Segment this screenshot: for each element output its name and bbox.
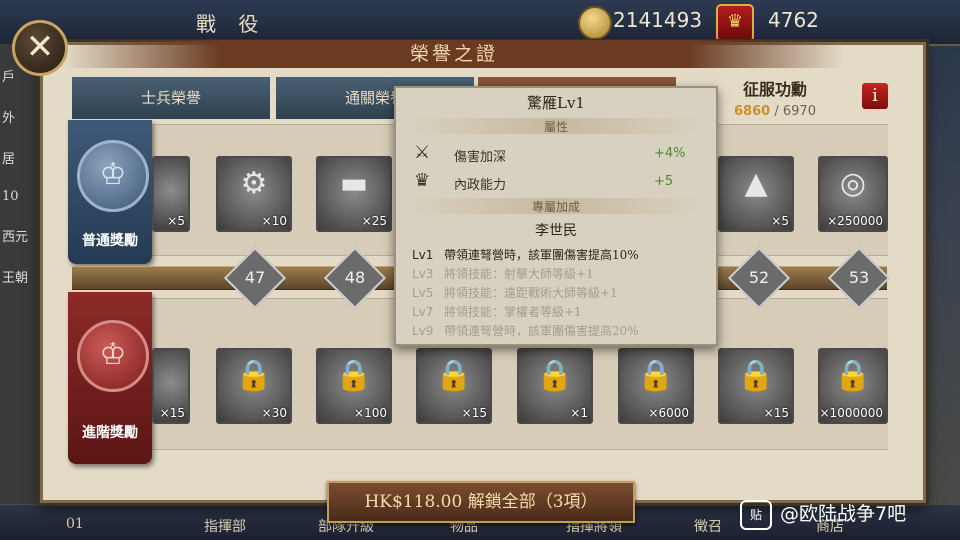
locked-reward-item[interactable]: 🔒 ×15 (416, 348, 492, 424)
vehicle-puzzle-icon: ⚙ (240, 166, 268, 201)
tooltip-attribute: ⚔ 傷害加深 +4% (414, 142, 704, 166)
coins-icon: ◎ (839, 166, 867, 201)
item-count: ×25 (361, 214, 387, 228)
gold-bar-icon: ▬ (339, 166, 369, 201)
item-count: ×15 (159, 406, 185, 420)
honor-crown-icon: ♛ (716, 4, 754, 42)
reward-item-vehicle-puzzle[interactable]: ⚙ ×10 (216, 156, 292, 232)
item-count: ×15 (763, 406, 789, 420)
bottom-page-number: 01 (66, 516, 84, 532)
tieba-logo-icon: 贴 (740, 499, 772, 530)
left-strip-text: 10 (2, 189, 19, 204)
tooltip-level-line: Lv5 將領技能：遠距戰術大師等級+1 (412, 286, 618, 300)
honor-amount: 4762 (768, 8, 819, 32)
advanced-reward-label: 進階獎勵 (82, 425, 138, 441)
left-strip-text: 居 (2, 152, 16, 167)
conquest-total: 6970 (782, 104, 816, 119)
left-strip-text: 王朝 (2, 271, 29, 286)
item-count: ×5 (771, 214, 789, 228)
tooltip-level-line: Lv9 帶領連弩營時，該軍團傷害提高20% (412, 324, 639, 338)
nav-command[interactable]: 指揮部 (204, 516, 246, 536)
info-button[interactable]: i (862, 83, 888, 109)
item-count: ×1000000 (819, 406, 884, 420)
locked-reward-item[interactable]: ×15 (152, 348, 190, 424)
tooltip-level-line: Lv1 帶領連弩營時，該軍團傷害提高10% (412, 248, 639, 262)
tooltip-level-line: Lv7 將領技能：掌權者等級+1 (412, 305, 582, 319)
crown-icon: ♛ (414, 170, 431, 191)
gold-amount: 2141493 (613, 8, 703, 32)
advanced-reward-banner: ♔ 進階獎勵 (68, 292, 152, 464)
watermark: 贴 @欧陆战争7吧 (740, 498, 955, 530)
conquest-progress: 6860 / 6970 (700, 104, 850, 119)
left-strip-text: 西元 (2, 230, 29, 245)
lock-icon: 🔒 (235, 358, 273, 393)
milestone-label: 47 (244, 268, 266, 287)
tooltip-attribute: ♛ 內政能力 +5 (414, 170, 704, 194)
milestone-label: 52 (748, 268, 770, 287)
close-button[interactable]: ✕ (12, 20, 68, 76)
item-count: ×30 (261, 406, 287, 420)
milestone-label: 53 (848, 268, 870, 287)
locked-reward-item[interactable]: 🔒 ×6000 (618, 348, 694, 424)
normal-reward-banner: ♔ 普通獎勵 (68, 120, 152, 264)
item-count: ×1 (570, 406, 588, 420)
locked-reward-item[interactable]: 🔒 ×100 (316, 348, 392, 424)
tooltip-exclusive-header: 專屬加成 (406, 198, 706, 214)
tooltip-hero-name: 李世民 (535, 223, 577, 239)
attribute-label: 內政能力 (454, 178, 507, 193)
conquest-merit: 征服功勳 6860 / 6970 (700, 76, 850, 119)
item-count: ×15 (461, 406, 487, 420)
item-tooltip: 驚雁Lv1 屬性 ⚔ 傷害加深 +4% ♛ 內政能力 +5 專屬加成 李世民 L… (394, 86, 718, 346)
unlock-all-button[interactable]: HK$118.00 解鎖全部（3項） (327, 481, 635, 523)
conquest-separator: / (774, 104, 779, 119)
item-count: ×5 (167, 214, 185, 228)
lock-icon: 🔒 (335, 358, 373, 393)
locked-reward-item[interactable]: 🔒 ×30 (216, 348, 292, 424)
reward-item-gold-bar[interactable]: ▬ ×25 (316, 156, 392, 232)
tooltip-level-line: Lv3 將領技能：射擊大師等級+1 (412, 267, 594, 281)
locked-reward-item[interactable]: 🔒 ×1000000 (818, 348, 888, 424)
reward-item-crystal[interactable]: ▲ ×5 (718, 156, 794, 232)
milestone-label: 48 (344, 268, 366, 287)
left-side-strip: 戶 外 居 10 西元 王朝 (0, 44, 42, 504)
reward-item-gem[interactable]: ×5 (152, 156, 190, 232)
conquest-label: 征服功勳 (742, 80, 807, 99)
nav-recruit[interactable]: 徵召 (694, 516, 722, 536)
item-count: ×100 (354, 406, 387, 420)
lock-icon: 🔒 (435, 358, 473, 393)
item-count: ×250000 (827, 214, 883, 228)
reward-item-coins[interactable]: ◎ ×250000 (818, 156, 888, 232)
lock-icon: 🔒 (637, 358, 675, 393)
tooltip-title: 驚雁Lv1 (527, 94, 585, 112)
crossbow-icon: ⚔ (414, 142, 431, 163)
crystal-icon: ▲ (744, 166, 768, 201)
watermark-text: @欧陆战争7吧 (780, 503, 907, 525)
item-count: ×6000 (648, 406, 689, 420)
attribute-label: 傷害加深 (454, 150, 507, 165)
normal-reward-label: 普通獎勵 (82, 233, 138, 249)
lock-icon: 🔒 (737, 358, 775, 393)
tab-soldier-honor[interactable]: 士兵榮譽 (72, 77, 270, 119)
lock-icon: 🔒 (834, 358, 872, 393)
crown-seal-icon: ♔ (77, 320, 149, 392)
crown-seal-icon: ♔ (77, 140, 149, 212)
locked-reward-item[interactable]: 🔒 ×1 (517, 348, 593, 424)
gold-coin-icon (578, 6, 612, 40)
conquest-current: 6860 (734, 104, 771, 119)
attribute-value: +5 (654, 174, 674, 189)
panel-title: 榮譽之證 (64, 40, 844, 68)
tooltip-attr-header: 屬性 (406, 118, 706, 134)
attribute-value: +4% (654, 146, 686, 161)
campaign-title: 戰 役 (196, 12, 267, 36)
locked-reward-item[interactable]: 🔒 ×15 (718, 348, 794, 424)
item-count: ×10 (261, 214, 287, 228)
lock-icon: 🔒 (536, 358, 574, 393)
left-strip-text: 外 (2, 111, 16, 126)
